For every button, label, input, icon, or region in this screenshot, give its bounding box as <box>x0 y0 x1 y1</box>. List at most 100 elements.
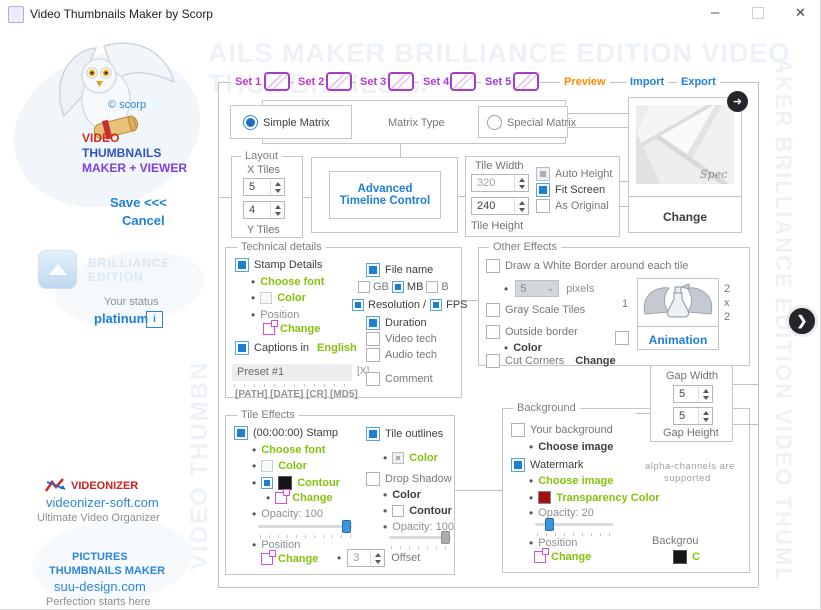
tab-set3[interactable]: Set 3 <box>356 76 390 88</box>
file-name-checkbox[interactable] <box>366 263 380 277</box>
bg-choose-image-row[interactable]: • Choose image <box>529 441 613 453</box>
pictures-site-link[interactable]: suu-design.com <box>54 579 146 594</box>
gap-height-spinner[interactable]: 5 <box>673 407 713 425</box>
contour-change-link[interactable]: • Change <box>266 492 333 504</box>
y-tiles-spinner[interactable]: 4 <box>243 201 285 219</box>
captions-checkbox[interactable] <box>235 341 249 355</box>
set4-thumbnail-icon[interactable] <box>450 72 476 91</box>
fps-checkbox[interactable] <box>430 299 442 311</box>
wm-choose-image-link[interactable]: • Choose image <box>529 475 613 487</box>
cut-corners-checkbox[interactable] <box>486 354 500 368</box>
captions-language[interactable]: English <box>317 342 357 354</box>
duration-checkbox[interactable] <box>366 316 380 330</box>
contour-checkbox[interactable] <box>261 477 273 489</box>
gap-width-spinner[interactable]: 5 <box>673 385 713 403</box>
set1-thumbnail-icon[interactable] <box>264 72 290 91</box>
spinner-arrows-icon[interactable] <box>370 550 384 566</box>
wm-opacity-slider[interactable] <box>535 517 613 535</box>
background-clipped-action[interactable]: C <box>673 550 700 564</box>
outline-color-option[interactable]: • Color <box>383 452 438 464</box>
audio-tech-checkbox[interactable] <box>366 348 380 362</box>
tab-set2[interactable]: Set 2 <box>294 76 328 88</box>
transparency-color-swatch[interactable] <box>538 491 551 504</box>
shadow-color-row[interactable]: • Color <box>383 489 421 501</box>
tab-set5[interactable]: Set 5 <box>481 76 515 88</box>
your-background-option[interactable]: Your background <box>511 423 613 437</box>
stamp-details-option[interactable]: Stamp Details <box>235 258 322 272</box>
next-arrow-button[interactable]: ➜ <box>727 91 748 112</box>
mb-checkbox[interactable] <box>392 281 404 293</box>
offset-spinner[interactable]: 3 <box>347 549 385 567</box>
tab-set1[interactable]: Set 1 <box>231 76 265 88</box>
audio-tech-option[interactable]: Audio tech <box>366 348 437 362</box>
spinner-arrows-icon[interactable] <box>698 408 712 424</box>
maximize-button[interactable] <box>752 7 764 19</box>
gray-scale-option[interactable]: Gray Scale Tiles <box>486 303 585 317</box>
tab-export[interactable]: Export <box>677 76 720 88</box>
auto-height-checkbox[interactable] <box>536 167 550 181</box>
spinner-arrows-icon[interactable] <box>698 386 712 402</box>
timestamp-checkbox[interactable] <box>234 426 248 440</box>
gb-checkbox[interactable] <box>358 281 370 293</box>
stamp-color-checkbox[interactable] <box>260 292 272 304</box>
advanced-timeline-button[interactable]: Advanced Timeline Control <box>329 171 441 219</box>
cut-corners-option[interactable]: Cut Corners Change <box>486 354 616 368</box>
close-button[interactable]: ✕ <box>795 5 806 21</box>
set5-thumbnail-icon[interactable] <box>513 72 539 91</box>
status-info-button[interactable]: i <box>146 311 163 328</box>
fit-screen-option[interactable]: Fit Screen <box>536 183 605 197</box>
x-tiles-spinner[interactable]: 5 <box>243 178 285 196</box>
timestamp-option[interactable]: (00:00:00) Stamp <box>234 426 338 440</box>
comment-option[interactable]: Comment <box>366 372 433 386</box>
comment-checkbox[interactable] <box>366 372 380 386</box>
slider-thumb[interactable] <box>441 531 450 544</box>
animation-checkbox[interactable] <box>615 331 629 345</box>
outside-border-checkbox[interactable] <box>486 325 500 339</box>
pixels-dropdown[interactable]: 5 ⌄ <box>515 280 559 297</box>
special-matrix-option[interactable]: Special Matrix <box>487 115 576 130</box>
videonizer-site-link[interactable]: videonizer-soft.com <box>46 495 159 510</box>
spinner-arrows-icon[interactable] <box>270 179 284 195</box>
outline-color-checkbox[interactable] <box>392 452 404 464</box>
stamp-color-option[interactable]: • Color <box>251 292 306 304</box>
animation-button[interactable]: Animation <box>637 333 719 347</box>
contour-option[interactable]: • Contour <box>252 476 340 490</box>
watermark-option[interactable]: Watermark <box>511 458 583 472</box>
background-color-swatch[interactable] <box>673 550 687 564</box>
stamp-font-link[interactable]: • Choose font <box>252 444 325 456</box>
resolution-checkbox[interactable] <box>352 299 364 311</box>
save-button[interactable]: Save <<< <box>110 195 167 210</box>
preset-field[interactable]: Preset #1 <box>232 364 352 381</box>
stamp-position2-change[interactable]: Change <box>261 553 318 565</box>
stamp-color2-checkbox[interactable] <box>261 460 273 472</box>
video-tech-option[interactable]: Video tech <box>366 332 437 346</box>
gray-scale-checkbox[interactable] <box>486 303 500 317</box>
preview-change-button[interactable]: Change <box>628 210 742 224</box>
as-original-checkbox[interactable] <box>536 199 550 213</box>
captions-option[interactable]: Captions in English <box>235 341 357 355</box>
b-checkbox[interactable] <box>426 281 438 293</box>
tile-width-spinner[interactable]: 320 <box>471 174 529 192</box>
stamp-color2-option[interactable]: • Color <box>252 460 307 472</box>
file-name-option[interactable]: File name <box>366 263 433 277</box>
white-border-checkbox[interactable] <box>486 259 500 273</box>
choose-font-link[interactable]: • Choose font <box>251 276 324 288</box>
stamp-position-change[interactable]: Change <box>263 323 320 335</box>
your-background-checkbox[interactable] <box>511 423 525 437</box>
stamp-opacity-slider[interactable] <box>258 519 352 537</box>
stamp-details-checkbox[interactable] <box>235 258 249 272</box>
set3-thumbnail-icon[interactable] <box>388 72 414 91</box>
tile-height-spinner[interactable]: 240 <box>471 197 529 215</box>
as-original-option[interactable]: As Original <box>536 199 609 213</box>
slider-thumb[interactable] <box>342 520 351 533</box>
tab-preview[interactable]: Preview <box>560 76 610 88</box>
tab-set4[interactable]: Set 4 <box>419 76 453 88</box>
wm-position-change[interactable]: Change <box>534 551 591 563</box>
cancel-button[interactable]: Cancel <box>122 213 165 228</box>
outside-border-color[interactable]: • Color <box>504 342 542 354</box>
auto-height-option[interactable]: Auto Height <box>536 167 612 181</box>
spinner-arrows-icon[interactable] <box>514 198 528 214</box>
special-matrix-radio[interactable] <box>487 115 502 130</box>
simple-matrix-radio[interactable] <box>243 115 258 130</box>
simple-matrix-option[interactable]: Simple Matrix <box>243 115 330 130</box>
